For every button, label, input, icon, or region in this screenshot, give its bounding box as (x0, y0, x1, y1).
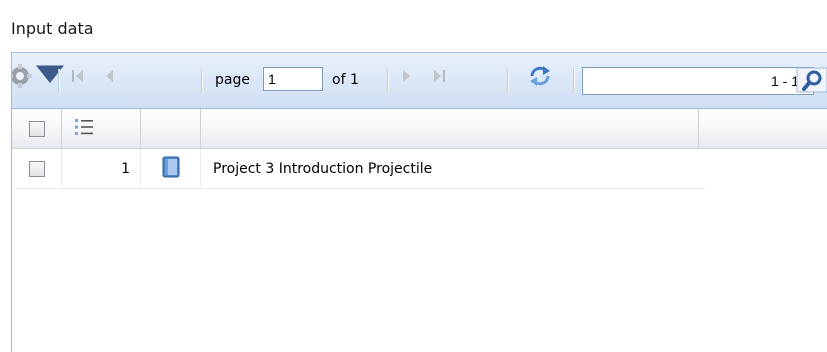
paging-toolbar: page of 1 (12, 53, 827, 109)
project-name[interactable]: Project 3 Introduction Projectile (201, 149, 717, 188)
row-number-header[interactable] (62, 109, 141, 148)
options-menu-button[interactable] (12, 63, 64, 93)
page-label: page (215, 72, 250, 88)
toolbar-separator (573, 69, 575, 93)
toolbar-separator (387, 69, 389, 93)
last-page-icon (432, 68, 446, 88)
input-data-panel: page of 1 (11, 52, 827, 352)
search-button[interactable] (795, 65, 827, 95)
select-all-checkbox[interactable] (28, 120, 45, 137)
row-number: 1 (62, 149, 141, 188)
row-icon-cell (142, 149, 201, 188)
page-number-input[interactable] (263, 67, 323, 91)
refresh-icon (527, 63, 553, 93)
filler-column-header (699, 109, 827, 148)
last-page-button[interactable] (424, 63, 454, 93)
toolbar-separator (507, 69, 509, 93)
grid-header (12, 109, 827, 149)
first-page-icon (71, 68, 85, 88)
toolbar-separator (201, 69, 203, 93)
panel-title: Input data (11, 19, 94, 38)
prev-page-icon (103, 68, 115, 88)
search-icon (795, 67, 827, 99)
table-row[interactable]: 1 Project 3 Introduction Projectile (12, 149, 705, 189)
row-checkbox[interactable] (28, 160, 45, 177)
name-column-header[interactable] (201, 109, 699, 148)
icon-column-header[interactable] (142, 109, 201, 148)
book-icon (162, 156, 180, 182)
row-select-cell (12, 149, 62, 188)
page-count-label: of 1 (332, 72, 359, 88)
toolbar-separator (58, 69, 60, 93)
gear-icon (12, 62, 36, 94)
search-input[interactable] (582, 67, 814, 95)
refresh-button[interactable] (515, 63, 565, 93)
select-all-cell (12, 109, 62, 148)
next-page-button[interactable] (394, 63, 420, 93)
first-page-button[interactable] (65, 63, 91, 93)
next-page-icon (401, 68, 413, 88)
prev-page-button[interactable] (96, 63, 122, 93)
numbered-list-icon (74, 117, 94, 141)
